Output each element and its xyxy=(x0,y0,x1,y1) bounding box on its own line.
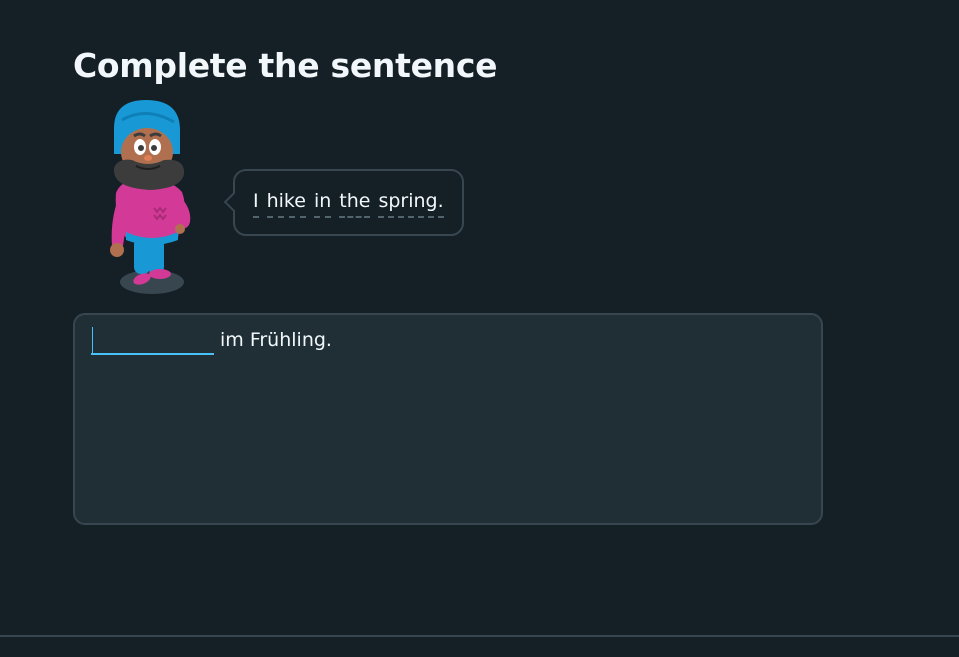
text-caret xyxy=(92,327,93,354)
sentence-suffix: im Frühling. xyxy=(220,329,332,351)
character-icon xyxy=(110,100,191,294)
prompt-word[interactable]: hike xyxy=(266,188,306,218)
prompt-word[interactable]: spring. xyxy=(378,188,444,218)
prompt-word[interactable]: the xyxy=(339,188,371,218)
answer-sentence: im Frühling. xyxy=(91,327,332,355)
prompt-word[interactable]: in xyxy=(313,188,332,218)
answer-area[interactable]: im Frühling. xyxy=(73,313,823,525)
blank-input[interactable] xyxy=(91,327,214,355)
page-title: Complete the sentence xyxy=(73,46,498,85)
speech-bubble: I hike in the spring. xyxy=(233,169,464,236)
speech-bubble-tail xyxy=(221,191,235,213)
footer-divider xyxy=(0,635,959,637)
prompt-word[interactable]: I xyxy=(253,188,259,218)
prompt-sentence: I hike in the spring. xyxy=(253,188,444,218)
